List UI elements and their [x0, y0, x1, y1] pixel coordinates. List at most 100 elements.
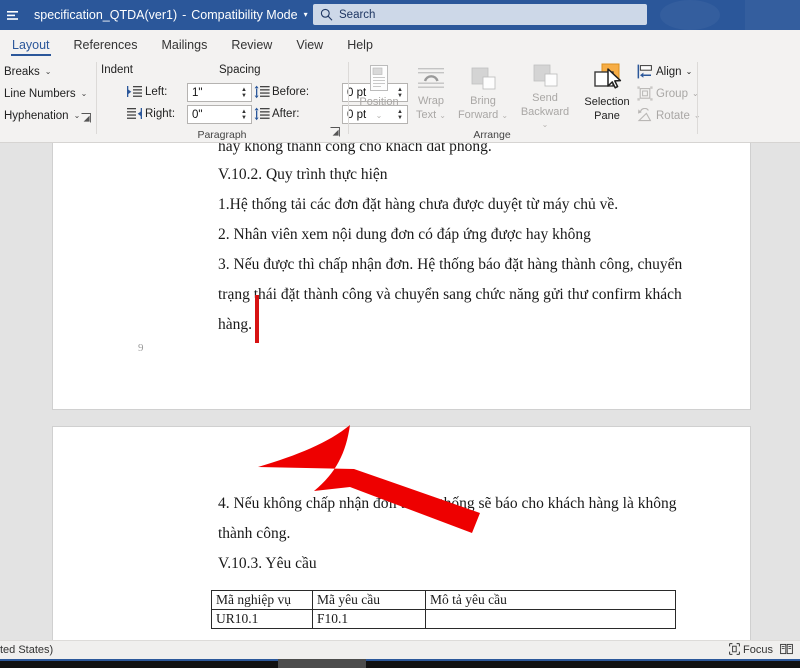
tab-help[interactable]: Help: [335, 38, 385, 57]
hyphenation-label: Hyphenation: [4, 109, 69, 122]
chevron-down-icon[interactable]: ▾: [304, 11, 308, 19]
breaks-button[interactable]: Breaks ⌄: [4, 62, 52, 81]
wrap-text-button[interactable]: Wrap Text ⌄: [404, 60, 458, 122]
stepper-arrows[interactable]: ▲ ▼: [237, 106, 251, 123]
doc-line: hay khong thanh cong cho khach dat phong…: [218, 143, 492, 155]
indent-right-stepper[interactable]: 0" ▲ ▼: [187, 105, 252, 124]
chevron-down-icon: ⌄: [501, 111, 509, 120]
send-backward-label-2: Backward: [520, 106, 570, 118]
red-arrow-pointer: [258, 425, 480, 533]
send-backward-icon: [530, 60, 560, 90]
send-backward-button[interactable]: Send Backward ⌄: [518, 60, 572, 129]
tab-layout[interactable]: Layout: [0, 38, 62, 57]
autosave-icon[interactable]: [0, 0, 26, 30]
tab-references[interactable]: References: [62, 38, 150, 57]
bring-forward-label-bottom: Forward ⌄: [458, 109, 508, 122]
spacing-after-row: After:: [254, 107, 299, 121]
align-button[interactable]: Align ⌄: [637, 62, 692, 81]
ribbon-tab-strip: Layout References Mailings Review View H…: [0, 30, 800, 56]
search-icon: [313, 8, 339, 21]
ribbon-group-paragraph: Indent Spacing Left: 1" ▲ ▼ Right: 0" ▲ …: [97, 56, 408, 143]
document-canvas[interactable]: hay khong thanh cong cho khach dat phong…: [0, 143, 800, 640]
line-numbers-button[interactable]: Line Numbers ⌄: [4, 84, 87, 103]
bring-forward-icon: [468, 60, 498, 93]
position-icon: [366, 60, 392, 94]
title-separator: -: [182, 8, 187, 22]
table-cell: UR10.1: [211, 609, 313, 629]
title-bar: specification_QTDA(ver1) - Compatibility…: [0, 0, 800, 30]
wrap-text-icon: [416, 60, 446, 93]
indent-right-value: 0": [192, 108, 203, 121]
group-divider: [697, 62, 698, 134]
status-bar: ted States) Focus: [0, 640, 800, 659]
requirements-table[interactable]: Mã nghiệp vụ Mã yêu cầu Mô tả yêu cầu UR…: [211, 590, 676, 629]
taskbar-active-app[interactable]: [278, 659, 366, 668]
position-label: Position: [359, 96, 399, 108]
table-cell: [425, 609, 676, 629]
tab-review[interactable]: Review: [219, 38, 284, 57]
bring-forward-button[interactable]: Bring Forward ⌄: [456, 60, 510, 122]
chevron-down-icon: ⌄: [439, 111, 446, 120]
spacing-before-label: Before:: [272, 86, 310, 98]
hyphenation-button[interactable]: Hyphenation ⌄: [4, 106, 80, 125]
tab-mailings[interactable]: Mailings: [149, 38, 219, 57]
group-button[interactable]: Group ⌄: [637, 84, 699, 103]
bring-forward-label-top: Bring: [470, 95, 496, 107]
wrap-text-label-2: Text: [416, 109, 437, 121]
doc-line: 3. Nếu được thì chấp nhận đơn. Hệ thống …: [218, 256, 683, 273]
focus-label: Focus: [743, 644, 773, 656]
indent-left-row: Left:: [127, 85, 167, 99]
spacing-before-icon: [254, 85, 270, 99]
search-input[interactable]: Search: [313, 4, 647, 25]
breaks-label: Breaks: [4, 65, 40, 78]
selection-pane-icon: [591, 60, 623, 94]
language-status[interactable]: ted States): [0, 644, 53, 656]
align-label: Align: [656, 65, 682, 78]
stepper-arrows[interactable]: ▲ ▼: [237, 84, 251, 101]
position-button[interactable]: Position ⌄: [352, 60, 406, 122]
doc-line: 1.Hệ thống tải các đơn đặt hàng chưa đượ…: [218, 196, 619, 213]
selection-pane-label-top: Selection: [584, 96, 630, 108]
selection-pane-button[interactable]: Selection Pane: [580, 60, 634, 122]
document-title: specification_QTDA(ver1): [34, 8, 178, 22]
page-setup-dialog-launcher[interactable]: [80, 113, 92, 125]
table-header-cell: Mô tả yêu cầu: [425, 590, 676, 610]
doc-line: trạng thái đặt thành công và chuyển sang…: [218, 286, 682, 303]
bring-forward-label-2: Forward: [457, 109, 499, 121]
group-icon: [637, 86, 653, 101]
chevron-down-icon: ⌄: [375, 111, 383, 120]
arrange-group-label: Arrange: [473, 129, 511, 141]
indent-left-stepper[interactable]: 1" ▲ ▼: [187, 83, 252, 102]
doc-line: V.10.2. Quy trình thực hiện: [218, 166, 388, 183]
page-number-label: 9: [138, 342, 144, 354]
wrap-text-label-top: Wrap: [417, 95, 445, 107]
tab-view[interactable]: View: [284, 38, 335, 57]
ribbon-group-page-setup: Breaks ⌄ Line Numbers ⌄ Hyphenation ⌄: [0, 56, 96, 143]
red-cursor-marker: [255, 295, 259, 343]
compatibility-mode-label: Compatibility Mode: [191, 8, 298, 22]
focus-mode-button[interactable]: Focus: [729, 642, 773, 658]
spacing-before-row: Before:: [254, 85, 309, 99]
indent-right-row: Right:: [127, 107, 175, 121]
focus-icon: [729, 642, 740, 658]
send-backward-label-top: Send: [532, 92, 558, 104]
spacing-after-label: After:: [272, 108, 300, 120]
ribbon-group-arrange: Position ⌄ Wrap Text ⌄ Bring Forward ⌄ S…: [352, 56, 701, 143]
wrap-text-label-bottom: Text ⌄: [416, 109, 446, 122]
search-placeholder: Search: [339, 8, 376, 21]
doc-line: 2. Nhân viên xem nội dung đơn có đáp ứng…: [218, 226, 591, 243]
spacing-header: Spacing: [219, 64, 261, 76]
rotate-button[interactable]: Rotate ⌄: [637, 106, 701, 125]
document-page-1[interactable]: hay khong thanh cong cho khach dat phong…: [52, 143, 751, 410]
rotate-label: Rotate: [656, 109, 690, 122]
ribbon: Breaks ⌄ Line Numbers ⌄ Hyphenation ⌄ In…: [0, 56, 800, 143]
read-mode-button[interactable]: [780, 643, 793, 658]
indent-left-value: 1": [192, 86, 203, 99]
chevron-down-icon: ⌄: [44, 67, 52, 76]
indent-right-label: Right:: [145, 108, 176, 120]
doc-line: V.10.3. Yêu cầu: [218, 555, 317, 572]
table-header-cell: Mã nghiệp vụ: [211, 590, 313, 610]
send-backward-label-bottom: Backward ⌄: [518, 106, 572, 131]
paragraph-dialog-launcher[interactable]: [329, 127, 341, 139]
chevron-down-icon: ⌄: [80, 89, 88, 98]
